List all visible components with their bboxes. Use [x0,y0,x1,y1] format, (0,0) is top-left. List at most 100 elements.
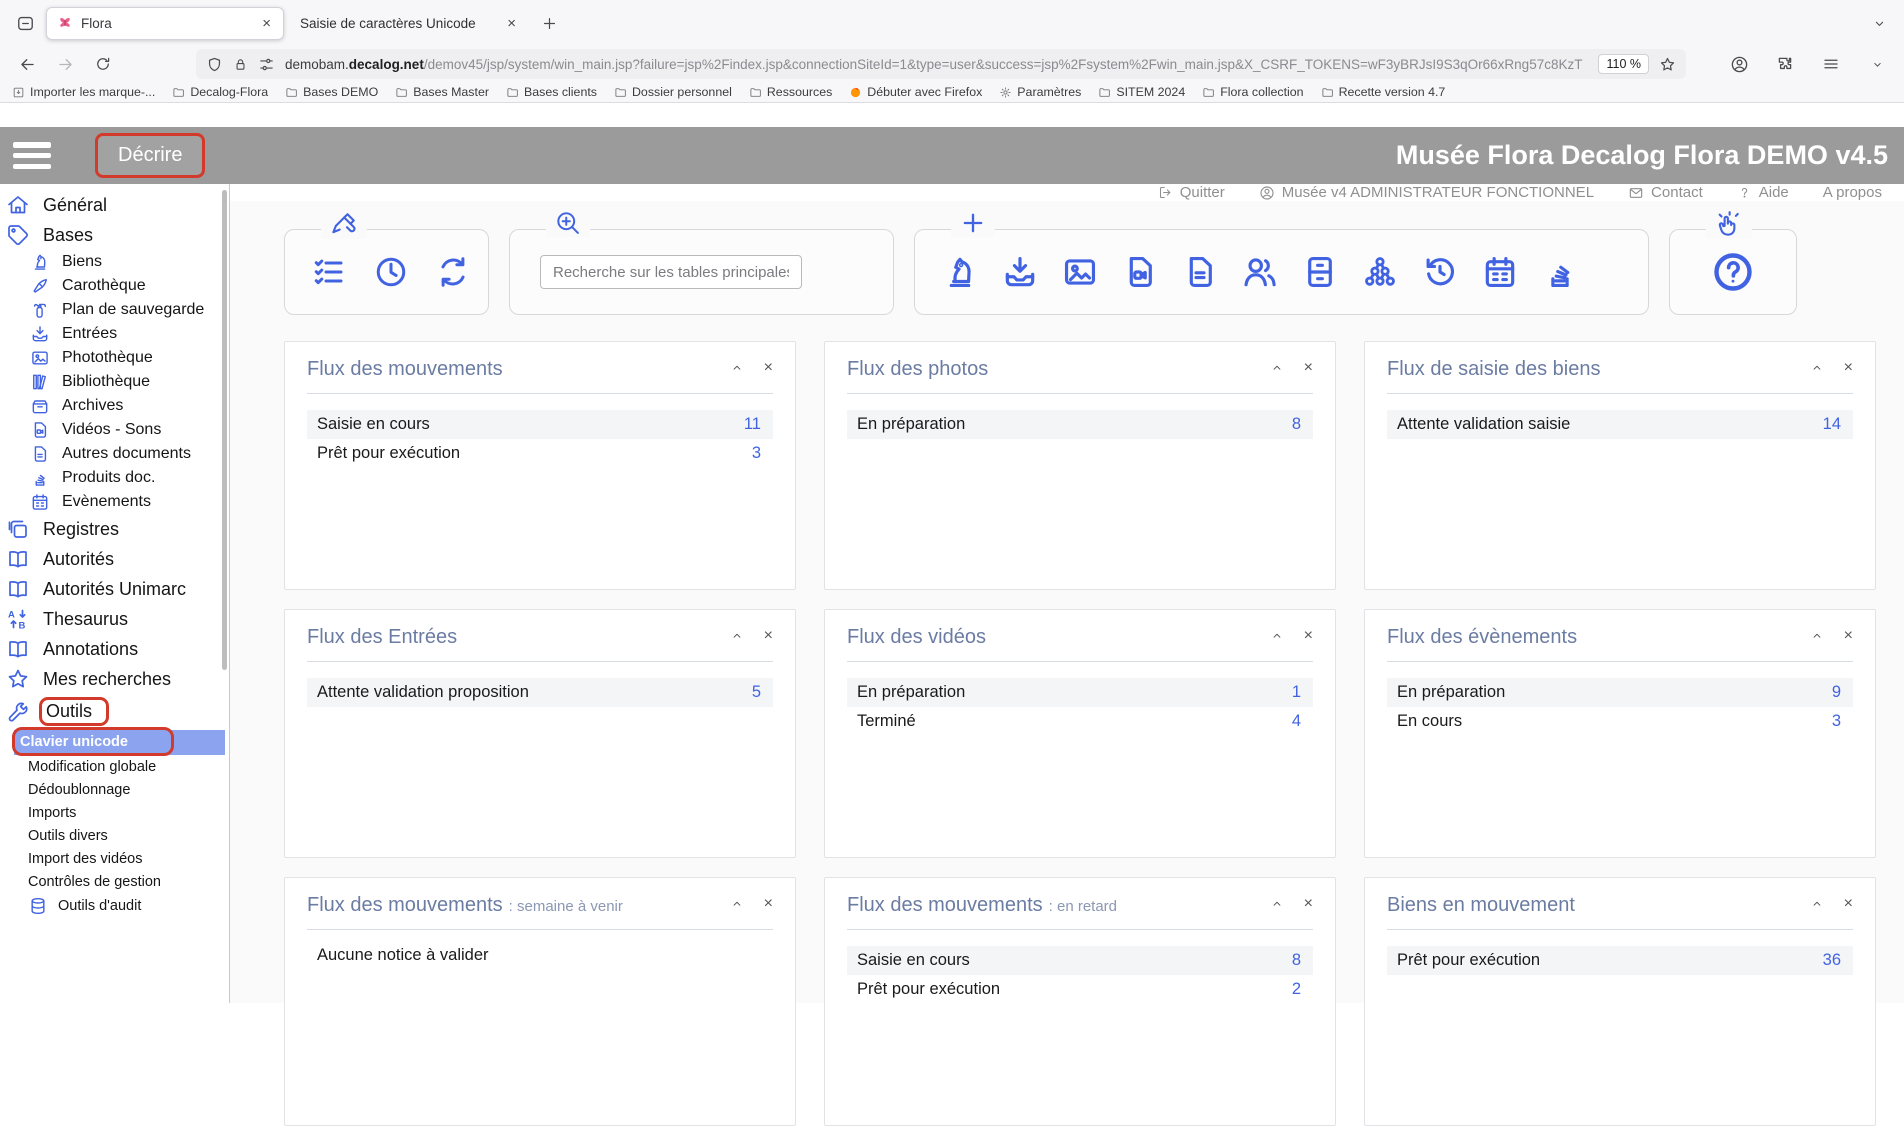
bookmark-folder[interactable]: Dossier personnel [614,85,732,99]
stat-row[interactable]: Attente validation saisie14 [1387,410,1853,439]
url-bar[interactable]: demobam.decalog.net/demov45/jsp/system/w… [196,49,1686,79]
sidebar-item-carotheque[interactable]: Carothèque [0,274,229,298]
stat-row[interactable]: Saisie en cours8 [847,946,1313,975]
sidebar-item-videos-sons[interactable]: Vidéos - Sons [0,418,229,442]
bookmark-folder[interactable]: Bases Master [395,85,489,99]
stat-row[interactable]: Attente validation proposition5 [307,678,773,707]
sidebar-item-bibliotheque[interactable]: Bibliothèque [0,370,229,394]
sidebar-item-registres[interactable]: Registres [0,514,229,544]
account-icon[interactable] [1724,49,1754,79]
bookmark-folder[interactable]: Bases DEMO [285,85,378,99]
help-link[interactable]: Aide [1737,184,1789,201]
new-entree-inbox-icon[interactable] [1001,253,1039,291]
extensions-puzzle-icon[interactable] [1770,49,1800,79]
collapse-chevron-icon[interactable] [730,361,744,375]
close-icon[interactable]: × [1304,627,1313,645]
new-photo-image-icon[interactable] [1061,253,1099,291]
close-icon[interactable]: × [1304,359,1313,377]
sidebar-scrollbar[interactable] [222,190,227,670]
sidebar-item-outils[interactable]: Outils [0,694,229,729]
sidebar-item-autres-documents[interactable]: Autres documents [0,442,229,466]
lock-icon[interactable] [233,57,248,72]
stat-row[interactable]: En préparation8 [847,410,1313,439]
bookmark-folder[interactable]: Flora collection [1202,85,1303,99]
sidebar-item-import-videos[interactable]: Import des vidéos [0,848,229,871]
sidebar-item-general[interactable]: Général [0,190,229,220]
sidebar-item-imports[interactable]: Imports [0,802,229,825]
about-link[interactable]: A propos [1823,184,1882,201]
close-icon[interactable]: × [505,15,518,32]
stat-row[interactable]: Terminé4 [847,707,1313,736]
sidebar-item-outils-divers[interactable]: Outils divers [0,825,229,848]
sidebar-item-biens[interactable]: Biens [0,250,229,274]
sidebar-item-phototheque[interactable]: Photothèque [0,346,229,370]
back-icon[interactable] [12,49,42,79]
new-bien-knight-icon[interactable] [941,253,979,291]
tab-flora[interactable]: Flora × [46,7,284,40]
close-icon[interactable]: × [1304,895,1313,913]
refresh-icon[interactable] [435,254,471,290]
close-icon[interactable]: × [1844,895,1853,913]
bookmark-folder[interactable]: Ressources [749,85,832,99]
close-icon[interactable]: × [1844,627,1853,645]
collapse-chevron-icon[interactable] [1810,897,1824,911]
stat-row[interactable]: En préparation9 [1387,678,1853,707]
stat-row[interactable]: En préparation1 [847,678,1313,707]
menu-hamburger-icon[interactable] [1816,49,1846,79]
close-icon[interactable]: × [764,359,773,377]
clock-icon[interactable] [373,254,409,290]
firefox-view-icon[interactable] [10,8,40,38]
bookmark-folder[interactable]: Recette version 4.7 [1321,85,1446,99]
zoom-level-badge[interactable]: 110 % [1598,54,1649,74]
stat-row[interactable]: Prêt pour exécution3 [307,439,773,468]
stat-row[interactable]: En cours3 [1387,707,1853,736]
sidebar-item-modification-globale[interactable]: Modification globale [0,756,229,779]
shield-icon[interactable] [206,56,223,73]
bookmark-import[interactable]: Importer les marque-... [12,85,155,99]
sidebar-item-produits-doc[interactable]: Produits doc. [0,466,229,490]
collapse-chevron-icon[interactable] [730,897,744,911]
sidebar-item-evenements[interactable]: Evènements [0,490,229,514]
collapse-chevron-icon[interactable] [1810,629,1824,643]
describe-button[interactable]: Décrire [95,133,205,178]
reload-icon[interactable] [88,49,118,79]
close-icon[interactable]: × [260,15,273,32]
bookmark-folder[interactable]: Bases clients [506,85,597,99]
history-icon[interactable] [1421,253,1459,291]
quit-link[interactable]: Quitter [1158,184,1225,201]
forward-icon[interactable] [50,49,80,79]
close-icon[interactable]: × [764,627,773,645]
sidebar-item-annotations[interactable]: Annotations [0,634,229,664]
stat-row[interactable]: Saisie en cours11 [307,410,773,439]
close-icon[interactable]: × [764,895,773,913]
sidebar-item-controles-gestion[interactable]: Contrôles de gestion [0,871,229,894]
sidebar-item-outils-audit[interactable]: Outils d'audit [0,894,229,918]
stat-row[interactable]: Prêt pour exécution36 [1387,946,1853,975]
sidebar-item-bases[interactable]: Bases [0,220,229,250]
bookmark-folder[interactable]: Decalog-Flora [172,85,268,99]
user-account[interactable]: Musée v4 ADMINISTRATEUR FONCTIONNEL [1259,184,1594,201]
collapse-chevron-icon[interactable] [1270,629,1284,643]
bookmark-folder[interactable]: SITEM 2024 [1098,85,1185,99]
app-menu-hamburger-icon[interactable] [13,142,51,169]
sidebar-item-entrees[interactable]: Entrées [0,322,229,346]
sidebar-item-autorites[interactable]: Autorités [0,544,229,574]
new-event-calendar-icon[interactable] [1481,253,1519,291]
new-cabinet-icon[interactable] [1301,253,1339,291]
sidebar-item-plan-sauvegarde[interactable]: Plan de sauvegarde [0,298,229,322]
sidebar-item-autorites-unimarc[interactable]: Autorités Unimarc [0,574,229,604]
new-document-file-icon[interactable] [1181,253,1219,291]
sidebar-item-dedoublonnage[interactable]: Dédoublonnage [0,779,229,802]
help-circle-icon[interactable] [1711,250,1755,294]
new-product-stack-icon[interactable] [1541,253,1579,291]
checklist-icon[interactable] [311,254,347,290]
sidebar-item-clavier-unicode[interactable]: Clavier unicode [14,730,225,755]
list-all-tabs-chevron-icon[interactable] [1864,8,1894,38]
permissions-icon[interactable] [258,56,275,73]
sidebar-item-archives[interactable]: Archives [0,394,229,418]
search-input[interactable] [540,255,802,289]
stat-row[interactable]: Prêt pour exécution2 [847,975,1313,1004]
new-molecule-icon[interactable] [1361,253,1399,291]
bookmark-firefox[interactable]: Débuter avec Firefox [849,85,982,99]
overflow-chevron-icon[interactable] [1862,49,1892,79]
